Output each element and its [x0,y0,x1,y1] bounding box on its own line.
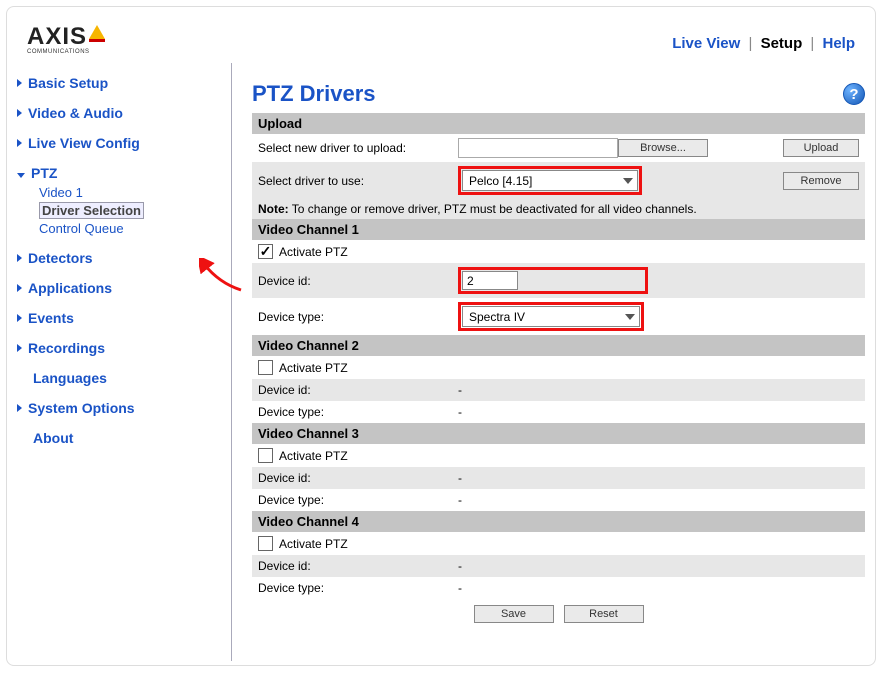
note-text: Note: To change or remove driver, PTZ mu… [252,199,865,219]
driver-select[interactable]: Pelco [4.15] [462,170,638,191]
upload-button[interactable]: Upload [783,139,859,157]
section-head-channel-1: Video Channel 1 [252,219,865,240]
label-activate-ptz: Activate PTZ [279,449,348,463]
nav-live-view[interactable]: Live View [672,35,740,52]
sidebar-item-live-view-config[interactable]: Live View Config [17,135,221,151]
device-id-value-4: - [458,559,859,573]
device-type-value-4: - [458,581,859,595]
main-panel: PTZ Drivers ? Upload Select new driver t… [232,63,875,661]
sidebar-item-label: Video & Audio [28,105,123,121]
sidebar-item-recordings[interactable]: Recordings [17,340,221,356]
browse-button[interactable]: Browse... [618,139,708,157]
sidebar-item-label: Recordings [28,340,105,356]
label-device-type: Device type: [258,493,458,507]
sidebar-item-label: Applications [28,280,112,296]
sidebar-subitem-video1[interactable]: Video 1 [39,185,83,200]
chevron-down-icon [625,314,635,320]
device-type-value-2: - [458,405,859,419]
section-head-channel-4: Video Channel 4 [252,511,865,532]
device-type-select-1[interactable]: Spectra IV [462,306,640,327]
remove-button[interactable]: Remove [783,172,859,190]
device-type-value: Spectra IV [469,310,525,324]
caret-right-icon [17,314,22,322]
sidebar-item-applications[interactable]: Applications [17,280,221,296]
label-device-id: Device id: [258,383,458,397]
file-path-input[interactable] [458,138,618,158]
activate-ptz-checkbox-2[interactable] [258,360,273,375]
label-activate-ptz: Activate PTZ [279,537,348,551]
label-device-id: Device id: [258,471,458,485]
sidebar-item-label: Live View Config [28,135,140,151]
section-head-channel-3: Video Channel 3 [252,423,865,444]
sidebar-item-languages[interactable]: Languages [33,370,221,386]
top-nav: Live View | Setup | Help [672,23,855,52]
caret-right-icon [17,404,22,412]
label-device-id: Device id: [258,274,458,288]
sidebar-item-events[interactable]: Events [17,310,221,326]
device-id-input-1[interactable] [462,271,518,290]
highlight-driver-select: Pelco [4.15] [458,166,642,195]
sidebar-item-label: PTZ [31,165,57,181]
caret-right-icon [17,79,22,87]
label-device-type: Device type: [258,581,458,595]
caret-down-icon [17,173,25,178]
note-label: Note: [258,202,289,216]
label-select-driver: Select driver to use: [258,174,458,188]
sidebar-subitem-control-queue[interactable]: Control Queue [39,221,124,236]
sidebar-item-label: Basic Setup [28,75,108,91]
sidebar-item-system-options[interactable]: System Options [17,400,221,416]
device-id-value-3: - [458,471,859,485]
driver-select-value: Pelco [4.15] [469,174,532,188]
sidebar-item-basic-setup[interactable]: Basic Setup [17,75,221,91]
reset-button[interactable]: Reset [564,605,644,623]
nav-separator: | [810,35,814,52]
sidebar-item-ptz[interactable]: PTZ [17,165,221,181]
highlight-device-row [458,267,648,294]
section-head-channel-2: Video Channel 2 [252,335,865,356]
caret-right-icon [17,284,22,292]
activate-ptz-checkbox-1[interactable] [258,244,273,259]
sidebar-item-detectors[interactable]: Detectors [17,250,221,266]
nav-separator: | [748,35,752,52]
label-activate-ptz: Activate PTZ [279,361,348,375]
label-device-type: Device type: [258,405,458,419]
label-device-id: Device id: [258,559,458,573]
caret-right-icon [17,109,22,117]
logo-brand-text: AXIS [27,23,87,51]
device-type-value-3: - [458,493,859,507]
help-icon[interactable]: ? [843,83,865,105]
save-button[interactable]: Save [474,605,554,623]
caret-right-icon [17,254,22,262]
sidebar-item-about[interactable]: About [33,430,221,446]
sidebar-item-label: System Options [28,400,135,416]
nav-help[interactable]: Help [822,35,855,52]
logo-subtext: COMMUNICATIONS [27,49,90,55]
device-id-value-2: - [458,383,859,397]
label-select-new-driver: Select new driver to upload: [258,141,458,155]
section-head-upload: Upload [252,113,865,134]
page-title: PTZ Drivers [252,81,376,107]
logo-triangle-icon [89,25,105,39]
sidebar-item-video-audio[interactable]: Video & Audio [17,105,221,121]
note-body: To change or remove driver, PTZ must be … [289,202,697,216]
nav-setup[interactable]: Setup [761,35,803,52]
chevron-down-icon [623,178,633,184]
caret-right-icon [17,139,22,147]
caret-right-icon [17,344,22,352]
activate-ptz-checkbox-4[interactable] [258,536,273,551]
sidebar-subitem-driver-selection[interactable]: Driver Selection [39,202,144,219]
sidebar-item-label: Detectors [28,250,93,266]
logo: AXIS COMMUNICATIONS [27,23,105,55]
activate-ptz-checkbox-3[interactable] [258,448,273,463]
label-activate-ptz: Activate PTZ [279,245,348,259]
label-device-type: Device type: [258,310,458,324]
sidebar: Basic Setup Video & Audio Live View Conf… [7,63,232,661]
sidebar-item-label: Events [28,310,74,326]
highlight-device-type: Spectra IV [458,302,644,331]
